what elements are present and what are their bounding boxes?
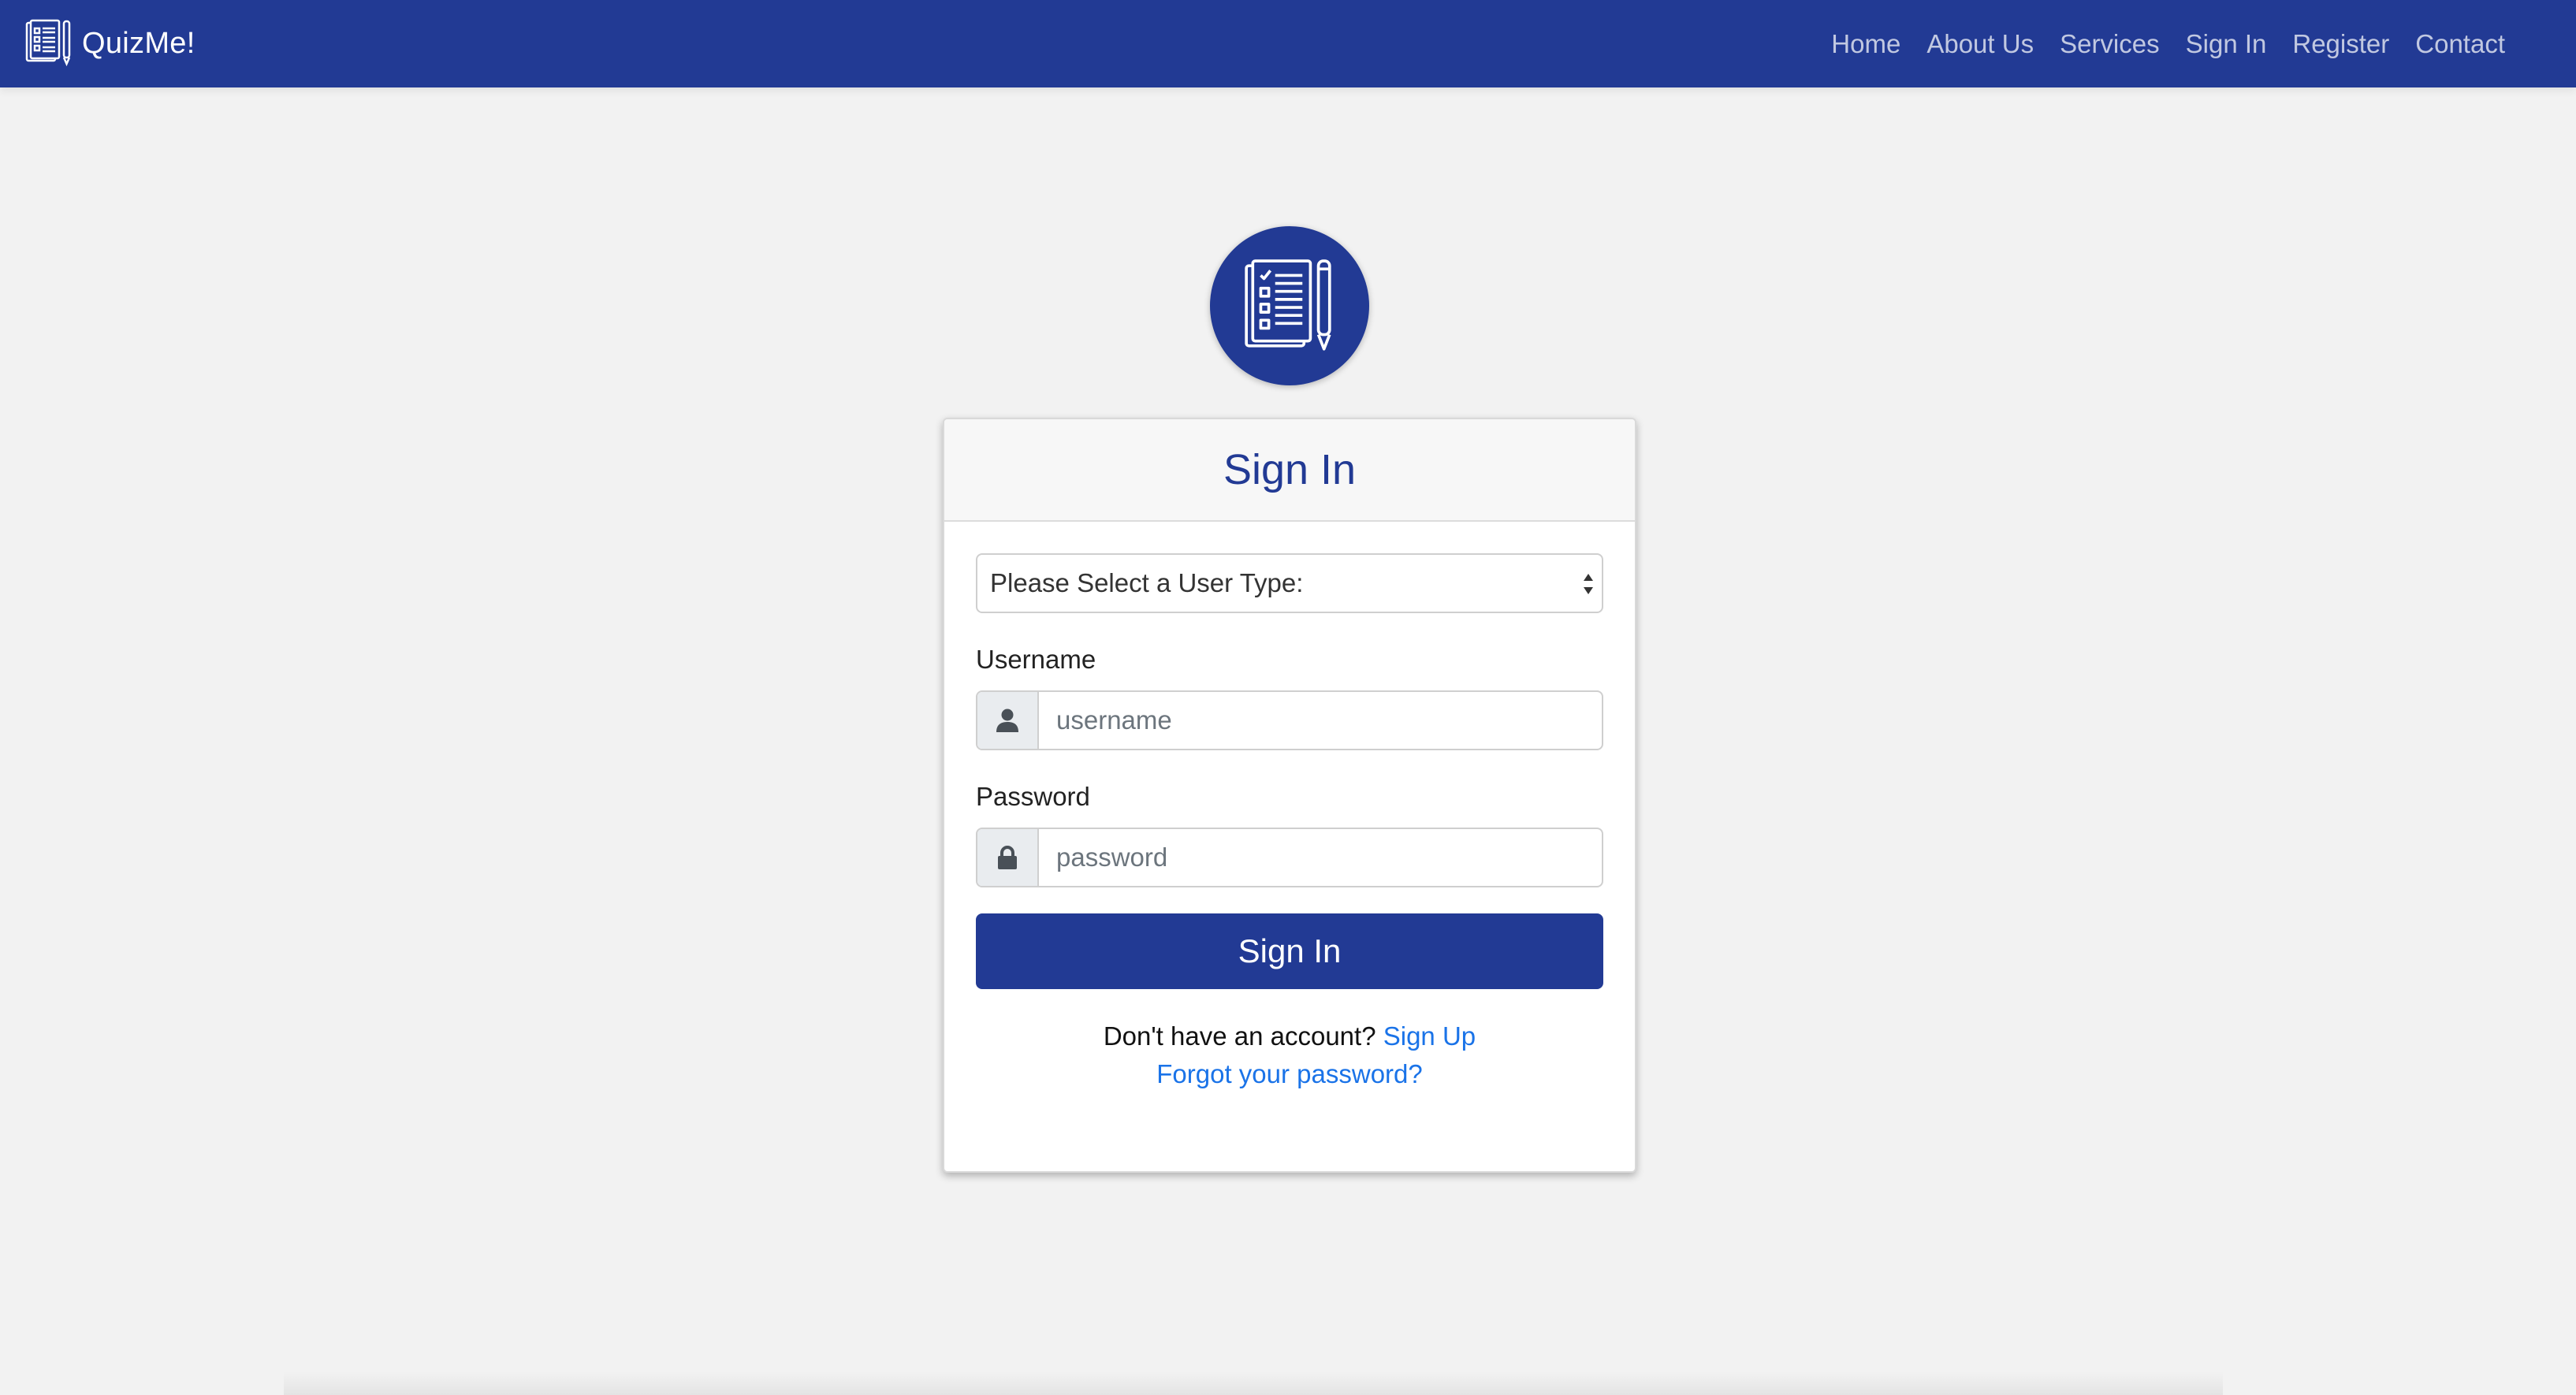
nav-link-services[interactable]: Services (2060, 29, 2160, 59)
signin-form: Please Select a User Type: Username Pass… (944, 522, 1635, 1093)
password-addon (977, 829, 1039, 886)
no-account-text: Don't have an account? (1103, 1021, 1376, 1051)
page-bottom-shadow (284, 1371, 2223, 1395)
hero-logo-circle (1210, 226, 1369, 385)
user-icon (996, 709, 1018, 732)
signin-footer: Don't have an account? Sign Up Forgot yo… (976, 1017, 1603, 1093)
signup-prompt: Don't have an account? Sign Up (976, 1017, 1603, 1055)
password-label: Password (976, 782, 1090, 811)
nav-link-about-us[interactable]: About Us (1926, 29, 2034, 59)
brand-name: QuizMe! (82, 26, 195, 60)
forgot-password-link[interactable]: Forgot your password? (1156, 1059, 1423, 1088)
nav-link-register[interactable]: Register (2292, 29, 2389, 59)
user-type-select[interactable]: Please Select a User Type: (976, 553, 1603, 613)
signin-title: Sign In (1223, 446, 1357, 493)
quiz-checklist-icon (25, 19, 71, 67)
forgot-password-row: Forgot your password? (976, 1055, 1603, 1093)
top-navbar: QuizMe! Home About Us Services Sign In R… (0, 0, 2576, 87)
nav-link-sign-in[interactable]: Sign In (2186, 29, 2267, 59)
quiz-checklist-icon (1245, 259, 1331, 351)
nav-link-contact[interactable]: Contact (2415, 29, 2505, 59)
password-input[interactable] (1039, 829, 1602, 886)
nav-menu: Home About Us Services Sign In Register … (1831, 0, 2505, 87)
username-input[interactable] (1039, 692, 1602, 749)
user-type-selected-value: Please Select a User Type: (990, 568, 1304, 597)
nav-link-home[interactable]: Home (1831, 29, 1900, 59)
username-input-group (976, 690, 1603, 750)
username-label: Username (976, 645, 1096, 674)
brand-link[interactable]: QuizMe! (24, 17, 195, 69)
signin-card: Sign In Please Select a User Type: Usern… (943, 418, 1636, 1173)
signin-submit-button[interactable]: Sign In (976, 913, 1603, 989)
signin-card-header: Sign In (944, 419, 1635, 522)
username-addon (977, 692, 1039, 749)
password-input-group (976, 828, 1603, 887)
lock-icon (998, 846, 1017, 869)
signup-link[interactable]: Sign Up (1383, 1021, 1476, 1051)
select-arrows-icon (1584, 574, 1593, 594)
